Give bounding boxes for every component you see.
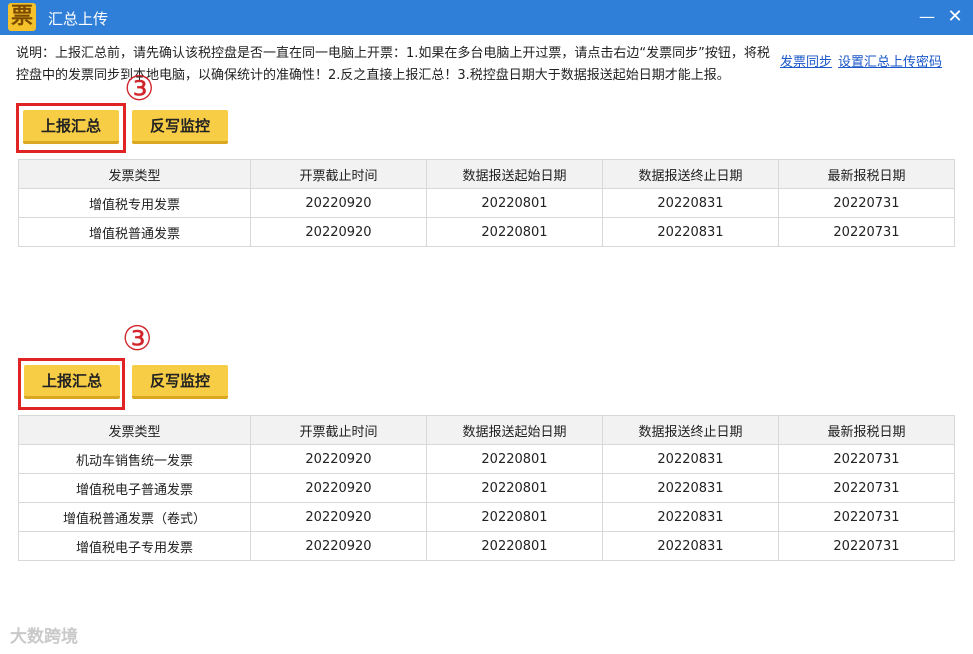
table-cell: 20220831 xyxy=(602,502,779,532)
invoice-table-1: 发票类型 开票截止时间 数据报送起始日期 数据报送终止日期 最新报税日期 增值税… xyxy=(18,159,955,247)
table-cell: 20220920 xyxy=(250,531,427,561)
table-cell: 20220920 xyxy=(250,502,427,532)
app-logo-icon: 票 xyxy=(8,3,36,31)
table-cell: 机动车销售统一发票 xyxy=(18,444,251,474)
table-cell: 20220831 xyxy=(602,444,779,474)
table-cell: 20220920 xyxy=(250,444,427,474)
table-cell: 20220731 xyxy=(778,444,955,474)
table-cell: 20220831 xyxy=(602,473,779,503)
table-row[interactable]: 增值税电子普通发票 20220920 20220801 20220831 202… xyxy=(18,473,955,503)
column-header: 开票截止时间 xyxy=(250,159,427,189)
table-cell: 增值税普通发票（卷式） xyxy=(18,502,251,532)
writeback-monitor-button-2[interactable]: 反写监控 xyxy=(132,365,228,399)
table-cell: 20220831 xyxy=(602,188,779,218)
invoice-sync-link[interactable]: 发票同步 xyxy=(780,55,832,70)
column-header: 最新报税日期 xyxy=(778,415,955,445)
table-row[interactable]: 增值税普通发票 20220920 20220801 20220831 20220… xyxy=(18,217,955,247)
table-cell: 20220801 xyxy=(426,531,603,561)
window-title: 汇总上传 xyxy=(48,10,109,28)
minimize-button[interactable]: — xyxy=(915,5,939,29)
table-row[interactable]: 增值税电子专用发票 20220920 20220801 20220831 202… xyxy=(18,531,955,561)
table-cell: 增值税电子普通发票 xyxy=(18,473,251,503)
table-cell: 增值税普通发票 xyxy=(18,217,251,247)
column-header: 开票截止时间 xyxy=(250,415,427,445)
table-cell: 20220801 xyxy=(426,444,603,474)
column-header: 数据报送起始日期 xyxy=(426,415,603,445)
table-cell: 20220731 xyxy=(778,188,955,218)
table-cell: 20220831 xyxy=(602,217,779,247)
step-annotation-2: ③ xyxy=(122,319,153,359)
header-links: 发票同步 设置汇总上传密码 xyxy=(780,51,948,70)
table-cell: 20220801 xyxy=(426,217,603,247)
table-row[interactable]: 增值税专用发票 20220920 20220801 20220831 20220… xyxy=(18,188,955,218)
table-header-row: 发票类型 开票截止时间 数据报送起始日期 数据报送终止日期 最新报税日期 xyxy=(18,159,955,189)
table-cell: 20220731 xyxy=(778,217,955,247)
close-button[interactable]: ✕ xyxy=(943,5,967,29)
column-header: 发票类型 xyxy=(18,159,251,189)
table-cell: 增值税电子专用发票 xyxy=(18,531,251,561)
step-annotation-1: ③ xyxy=(124,69,155,109)
title-bar: 票 汇总上传 — ✕ xyxy=(0,0,973,35)
set-upload-password-link[interactable]: 设置汇总上传密码 xyxy=(838,55,942,70)
table-cell: 20220801 xyxy=(426,473,603,503)
table-cell: 20220920 xyxy=(250,217,427,247)
writeback-monitor-button-1[interactable]: 反写监控 xyxy=(132,110,228,144)
table-cell: 20220731 xyxy=(778,531,955,561)
column-header: 发票类型 xyxy=(18,415,251,445)
table-cell: 20220801 xyxy=(426,188,603,218)
table-cell: 增值税专用发票 xyxy=(18,188,251,218)
column-header: 数据报送起始日期 xyxy=(426,159,603,189)
watermark: 大数跨境 xyxy=(10,627,78,647)
table-cell: 20220920 xyxy=(250,473,427,503)
table-cell: 20220831 xyxy=(602,531,779,561)
table-cell: 20220920 xyxy=(250,188,427,218)
column-header: 数据报送终止日期 xyxy=(602,415,779,445)
upload-summary-button-1[interactable]: 上报汇总 xyxy=(23,110,119,144)
column-header: 数据报送终止日期 xyxy=(602,159,779,189)
table-row[interactable]: 增值税普通发票（卷式） 20220920 20220801 20220831 2… xyxy=(18,502,955,532)
table-cell: 20220731 xyxy=(778,502,955,532)
invoice-table-2: 发票类型 开票截止时间 数据报送起始日期 数据报送终止日期 最新报税日期 机动车… xyxy=(18,415,955,561)
table-header-row: 发票类型 开票截止时间 数据报送起始日期 数据报送终止日期 最新报税日期 xyxy=(18,415,955,445)
table-row[interactable]: 机动车销售统一发票 20220920 20220801 20220831 202… xyxy=(18,444,955,474)
table-cell: 20220801 xyxy=(426,502,603,532)
upload-summary-button-2[interactable]: 上报汇总 xyxy=(24,365,120,399)
column-header: 最新报税日期 xyxy=(778,159,955,189)
table-cell: 20220731 xyxy=(778,473,955,503)
